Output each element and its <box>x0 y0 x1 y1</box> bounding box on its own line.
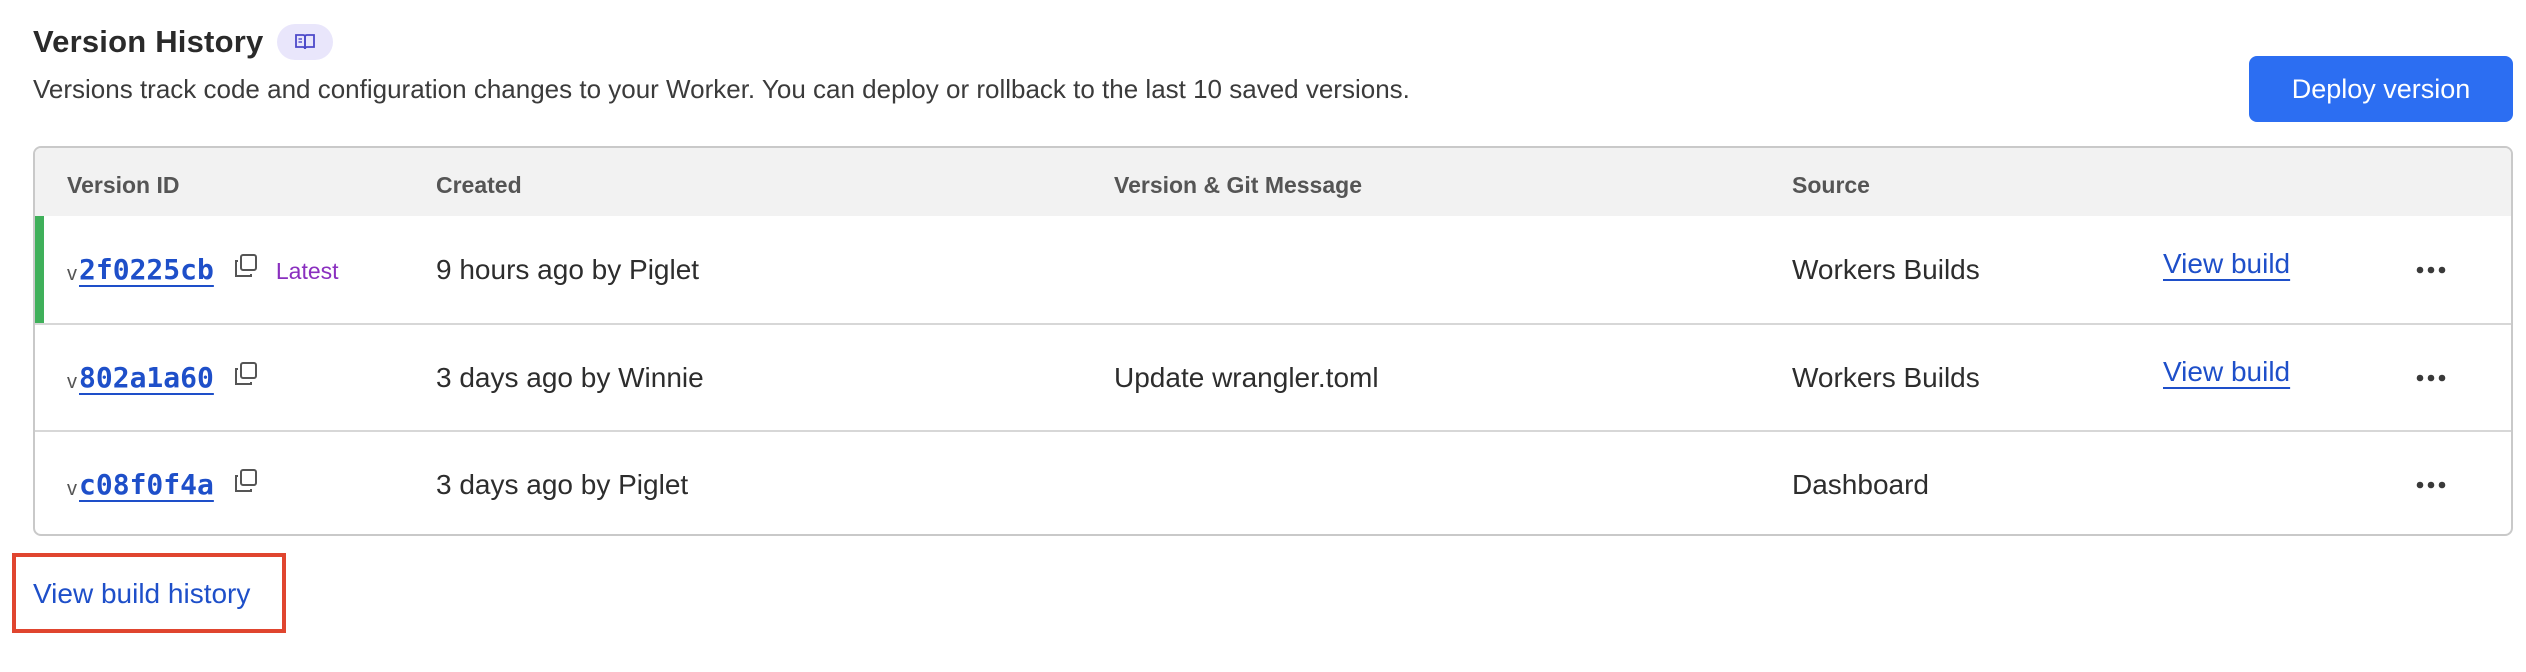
source-cell: Workers Builds <box>1792 361 1980 393</box>
ellipsis-icon <box>2416 481 2446 488</box>
table-header: Version ID Created Version & Git Message… <box>35 148 2511 216</box>
copy-icon[interactable] <box>232 252 260 280</box>
source-cell: Workers Builds <box>1792 253 1980 285</box>
column-header-message: Version & Git Message <box>1114 172 1362 198</box>
versions-table: Version ID Created Version & Git Message… <box>33 146 2513 536</box>
version-prefix: v <box>67 371 77 393</box>
version-prefix: v <box>67 478 77 500</box>
docs-badge[interactable] <box>277 24 334 60</box>
page-title: Version History <box>33 24 264 59</box>
copy-icon[interactable] <box>232 467 260 495</box>
table-row: v c08f0f4a 3 days ago by Piglet Dashboar… <box>35 430 2511 534</box>
more-actions-button[interactable] <box>2416 216 2446 323</box>
version-id-cell: v c08f0f4a <box>67 432 260 534</box>
view-build-link[interactable]: View build <box>2163 356 2290 388</box>
column-header-version-id: Version ID <box>67 172 180 198</box>
column-header-created: Created <box>436 172 522 198</box>
version-id-cell: v 802a1a60 <box>67 325 260 430</box>
column-header-source: Source <box>1792 172 1870 198</box>
latest-badge: Latest <box>275 258 339 284</box>
created-cell: 3 days ago by Piglet <box>436 468 689 500</box>
created-cell: 9 hours ago by Piglet <box>436 253 700 285</box>
view-build-history-link[interactable]: View build history <box>33 578 250 610</box>
more-actions-button[interactable] <box>2416 325 2446 430</box>
version-id-link[interactable]: 2f0225cb <box>79 253 214 286</box>
version-id-link[interactable]: 802a1a60 <box>79 361 214 394</box>
version-id-link[interactable]: c08f0f4a <box>79 468 214 501</box>
view-build-link[interactable]: View build <box>2163 248 2290 280</box>
version-prefix: v <box>67 263 77 285</box>
message-cell: Update wrangler.toml <box>1114 361 1379 393</box>
page-header: Version History <box>33 24 334 60</box>
created-cell: 3 days ago by Winnie <box>436 361 704 393</box>
book-icon <box>295 34 316 50</box>
deploy-version-button[interactable]: Deploy version <box>2249 56 2513 122</box>
ellipsis-icon <box>2416 374 2446 381</box>
copy-icon[interactable] <box>232 360 260 388</box>
version-id-cell: v 2f0225cb Latest <box>67 216 339 323</box>
latest-indicator <box>35 216 44 323</box>
more-actions-button[interactable] <box>2416 432 2446 534</box>
ellipsis-icon <box>2416 266 2446 273</box>
table-row: v 802a1a60 3 days ago by Winnie Update w… <box>35 323 2511 430</box>
table-row: v 2f0225cb Latest 9 hours ago by Piglet … <box>35 216 2511 323</box>
source-cell: Dashboard <box>1792 468 1929 500</box>
page-description: Versions track code and configuration ch… <box>33 74 1410 104</box>
